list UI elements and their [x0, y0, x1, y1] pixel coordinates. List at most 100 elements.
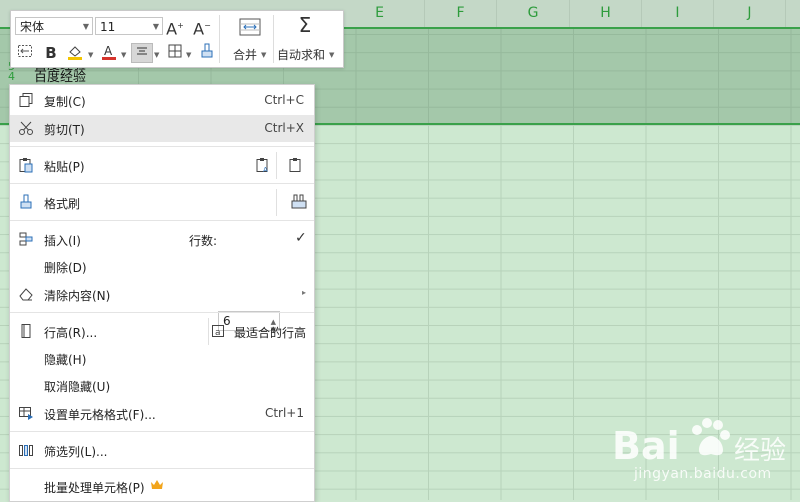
format-brush-icon — [18, 194, 36, 212]
crown-icon — [150, 478, 164, 495]
autosum-label[interactable]: 自动求和 — [277, 46, 325, 63]
font-size-select[interactable]: 11 ▼ — [95, 17, 163, 35]
align-dropdown[interactable]: ▼ — [154, 51, 159, 59]
svg-text:a: a — [215, 328, 221, 338]
column-header-i[interactable]: I — [642, 0, 714, 27]
watermark-url: jingyan.baidu.com — [634, 466, 772, 482]
font-size-value: 11 — [100, 20, 116, 34]
menu-label: 筛选列(L)... — [44, 445, 108, 459]
column-header-f[interactable]: F — [425, 0, 497, 27]
menu-label: 粘贴(P) — [44, 160, 85, 174]
menu-label: 插入(I) — [44, 234, 81, 248]
paste-icon — [18, 157, 36, 175]
menu-item-clear[interactable]: 清除内容(N) ▸ — [10, 281, 314, 308]
confirm-check-icon[interactable]: ✓ — [295, 230, 307, 246]
menu-label: 复制(C) — [44, 95, 86, 109]
merge-label[interactable]: 合并 — [233, 46, 257, 63]
menu-item-hide[interactable]: 隐藏(H) — [10, 345, 314, 372]
scissors-icon — [18, 120, 36, 138]
paw-icon — [692, 418, 730, 456]
menu-divider — [10, 220, 314, 221]
increase-font-icon[interactable]: A+ — [165, 16, 185, 38]
filter-columns-icon — [18, 442, 36, 460]
shortcut-label: Ctrl+X — [264, 121, 304, 135]
column-header-g[interactable]: G — [497, 0, 570, 27]
menu-item-cut[interactable]: 剪切(T) Ctrl+X — [10, 115, 314, 142]
paste-values-icon[interactable]: A — [255, 157, 273, 175]
baidu-jingyan-watermark: Bai 经验 jingyan.baidu.com — [612, 414, 800, 500]
font-name-select[interactable]: 宋体 ▼ — [15, 17, 93, 35]
merge-dropdown[interactable]: ▼ — [261, 51, 266, 59]
format-cells-icon — [18, 405, 36, 423]
menu-label: 清除内容(N) — [44, 289, 111, 303]
cell-line: 百度经验 — [34, 70, 87, 85]
merge-cells-icon[interactable] — [236, 17, 264, 37]
decrease-font-icon[interactable]: A− — [192, 16, 212, 38]
chevron-down-icon: ▼ — [152, 22, 159, 31]
font-color-icon[interactable]: A — [99, 43, 119, 63]
svg-text:A: A — [263, 166, 268, 173]
split-divider — [276, 189, 277, 216]
svg-text:A: A — [104, 44, 113, 58]
split-divider — [208, 318, 209, 345]
menu-item-copy[interactable]: 复制(C) Ctrl+C — [10, 87, 314, 114]
eraser-icon — [18, 286, 36, 304]
format-brush-icon[interactable] — [197, 43, 217, 63]
border-icon[interactable] — [165, 43, 185, 63]
menu-label: 删除(D) — [44, 261, 87, 275]
insert-rows-icon — [18, 231, 36, 249]
menu-divider — [10, 312, 314, 313]
paste-special-icon[interactable] — [288, 157, 306, 175]
menu-label: 行高(R)... — [44, 326, 98, 340]
menu-label: 隐藏(H) — [44, 353, 87, 367]
border-dropdown[interactable]: ▼ — [186, 51, 191, 59]
row-height-icon — [18, 323, 36, 341]
font-color-dropdown[interactable]: ▼ — [121, 51, 126, 59]
toolbar-divider — [219, 15, 220, 63]
column-header-e[interactable]: E — [335, 0, 425, 27]
autosum-dropdown[interactable]: ▼ — [329, 51, 334, 59]
menu-divider — [10, 431, 314, 432]
sum-icon[interactable]: Σ — [295, 15, 315, 35]
split-divider — [276, 152, 277, 179]
shortcut-label: Ctrl+C — [264, 93, 304, 107]
menu-label: 取消隐藏(U) — [44, 380, 111, 394]
bold-icon[interactable]: B — [41, 43, 61, 63]
copy-icon — [18, 92, 36, 110]
align-center-icon[interactable] — [131, 43, 153, 63]
menu-item-format-painter[interactable]: 格式刷 — [10, 189, 314, 216]
rows-count-label: 行数: — [189, 234, 218, 248]
menu-divider — [10, 468, 314, 469]
fill-color-dropdown[interactable]: ▼ — [88, 51, 93, 59]
menu-item-format-cells[interactable]: 设置单元格格式(F)... Ctrl+1 — [10, 400, 314, 427]
shortcut-label: Ctrl+1 — [264, 406, 304, 420]
menu-item-filter[interactable]: 筛选列(L)... — [10, 437, 314, 464]
menu-divider — [10, 146, 314, 147]
toolbar-divider — [273, 15, 274, 63]
menu-label: 批量处理单元格(P) — [44, 481, 145, 495]
menu-item-batch[interactable]: 批量处理单元格(P) — [10, 473, 314, 500]
chevron-down-icon: ▼ — [82, 22, 89, 31]
fill-color-icon[interactable] — [65, 43, 85, 63]
row-number[interactable]: 4 — [8, 71, 30, 82]
menu-item-delete[interactable]: 删除(D) — [10, 253, 314, 280]
column-header-j[interactable]: J — [714, 0, 786, 27]
menu-item-unhide[interactable]: 取消隐藏(U) — [10, 372, 314, 399]
menu-item-paste[interactable]: 粘贴(P) A — [10, 152, 314, 179]
watermark-brand: Bai — [612, 424, 680, 468]
best-fit-label[interactable]: 最适合的行高 — [234, 324, 306, 341]
format-brush-multi-icon[interactable] — [290, 194, 308, 212]
watermark-suffix: 经验 — [734, 436, 787, 466]
best-fit-icon: a — [210, 323, 228, 341]
font-name-value: 宋体 — [20, 20, 45, 34]
mini-toolbar: 宋体 ▼ 11 ▼ A+ A− B ▼ A ▼ ▼ ▼ 合并 ▼ Σ 自动求和 … — [10, 10, 344, 68]
menu-label: 设置单元格格式(F)... — [44, 408, 156, 422]
menu-item-insert[interactable]: 插入(I) 行数: ✓ — [10, 226, 314, 253]
menu-item-row-height[interactable]: 行高(R)... a 最适合的行高 — [10, 318, 314, 345]
submenu-arrow-icon: ▸ — [301, 288, 306, 297]
menu-label: 剪切(T) — [44, 123, 85, 137]
column-header-h[interactable]: H — [570, 0, 642, 27]
menu-label: 格式刷 — [44, 197, 81, 211]
context-menu: 复制(C) Ctrl+C 剪切(T) Ctrl+X 粘贴(P) A 格式刷 插入… — [9, 84, 315, 502]
wrap-text-icon[interactable] — [15, 43, 35, 63]
